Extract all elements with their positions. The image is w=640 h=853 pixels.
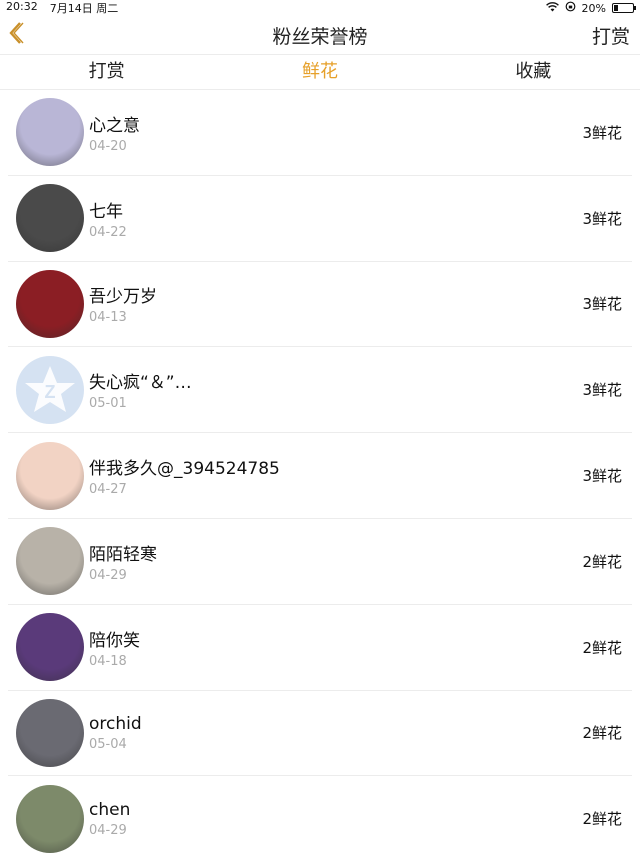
fan-name: 陪你笑 xyxy=(89,630,140,651)
status-left: 20:32 7月14日 周二 xyxy=(6,0,118,16)
list-item[interactable]: Z 失心疯“＆”… 05-01 3鲜花 xyxy=(8,347,632,434)
list-item[interactable]: 七年 04-22 3鲜花 xyxy=(8,176,632,262)
fan-name: 吾少万岁 xyxy=(89,287,157,308)
fan-date: 04-20 xyxy=(89,138,127,154)
back-button[interactable] xyxy=(8,20,32,50)
fan-name: 失心疯“＆”… xyxy=(89,373,192,394)
fan-date: 05-04 xyxy=(89,736,127,752)
status-right: 20% xyxy=(545,1,636,15)
avatar xyxy=(16,698,84,767)
list-item[interactable]: 吾少万岁 04-13 3鲜花 xyxy=(8,262,632,348)
flower-count: 3鲜花 xyxy=(582,209,622,228)
fan-date: 05-01 xyxy=(89,396,127,412)
fan-name: 伴我多久@_394524785 xyxy=(89,459,280,480)
list-item[interactable]: 心之意 04-20 3鲜花 xyxy=(8,90,632,176)
flower-count: 3鲜花 xyxy=(582,381,622,400)
battery-icon xyxy=(612,3,636,13)
avatar: Z xyxy=(16,355,84,424)
fan-info: 陌陌轻寒 04-29 xyxy=(89,540,582,583)
avatar xyxy=(16,784,84,853)
reward-button[interactable]: 打赏 xyxy=(592,22,630,49)
fan-name: orchid xyxy=(89,713,142,734)
fan-info: 伴我多久@_394524785 04-27 xyxy=(89,454,582,497)
flower-count: 2鲜花 xyxy=(582,724,622,743)
svg-text:Z: Z xyxy=(45,382,56,402)
tab-flowers[interactable]: 鲜花 xyxy=(213,55,426,89)
flower-count: 3鲜花 xyxy=(582,123,622,142)
page-title: 粉丝荣誉榜 xyxy=(272,25,368,48)
fan-info: 失心疯“＆”… 05-01 xyxy=(89,368,582,411)
avatar xyxy=(16,98,84,167)
battery-level xyxy=(614,5,618,11)
fan-info: 心之意 04-20 xyxy=(89,111,582,154)
fan-date: 04-22 xyxy=(89,224,127,240)
flower-count: 2鲜花 xyxy=(582,810,622,829)
fan-date: 04-13 xyxy=(89,310,127,326)
avatar xyxy=(16,613,84,682)
status-date: 7月14日 周二 xyxy=(49,2,119,15)
orientation-lock-icon xyxy=(565,1,576,15)
fan-name: 七年 xyxy=(89,201,123,222)
fan-info: 陪你笑 04-18 xyxy=(89,626,582,669)
flower-count: 2鲜花 xyxy=(582,552,622,571)
status-bar: 20:32 7月14日 周二 20% xyxy=(0,0,640,16)
avatar xyxy=(16,527,84,596)
wifi-icon xyxy=(545,1,559,15)
battery-percent: 20% xyxy=(581,1,606,15)
fan-date: 04-27 xyxy=(89,482,127,498)
fan-info: 吾少万岁 04-13 xyxy=(89,282,582,325)
nav-bar: 粉丝荣誉榜 打赏 xyxy=(0,16,640,54)
chevron-left-icon xyxy=(8,21,24,49)
fan-date: 04-29 xyxy=(89,567,127,583)
flower-count: 3鲜花 xyxy=(582,295,622,314)
flower-count: 2鲜花 xyxy=(582,638,622,657)
fan-date: 04-29 xyxy=(89,822,127,838)
flower-count: 3鲜花 xyxy=(582,467,622,486)
fan-name: 陌陌轻寒 xyxy=(89,544,157,565)
list-item[interactable]: orchid 05-04 2鲜花 xyxy=(8,691,632,777)
fan-info: 七年 04-22 xyxy=(89,197,582,240)
fan-info: chen 04-29 xyxy=(89,800,582,838)
avatar xyxy=(16,269,84,338)
tab-reward[interactable]: 打赏 xyxy=(0,55,213,89)
tab-bar: 打赏 鲜花 收藏 xyxy=(0,54,640,90)
fan-date: 04-18 xyxy=(89,653,127,669)
fan-name: 心之意 xyxy=(89,115,140,136)
avatar xyxy=(16,184,84,253)
fan-name: chen xyxy=(89,799,131,820)
fan-list: 心之意 04-20 3鲜花 七年 04-22 3鲜花 吾少万岁 04-13 3鲜花 Z 失心疯“＆”… xyxy=(0,90,640,853)
list-item[interactable]: 伴我多久@_394524785 04-27 3鲜花 xyxy=(8,433,632,519)
tab-favorites[interactable]: 收藏 xyxy=(427,55,640,89)
avatar xyxy=(16,441,84,510)
list-item[interactable]: 陪你笑 04-18 2鲜花 xyxy=(8,605,632,691)
list-item[interactable]: chen 04-29 2鲜花 xyxy=(8,776,632,853)
fan-info: orchid 05-04 xyxy=(89,714,582,752)
status-time: 20:32 xyxy=(6,0,38,13)
list-item[interactable]: 陌陌轻寒 04-29 2鲜花 xyxy=(8,519,632,605)
